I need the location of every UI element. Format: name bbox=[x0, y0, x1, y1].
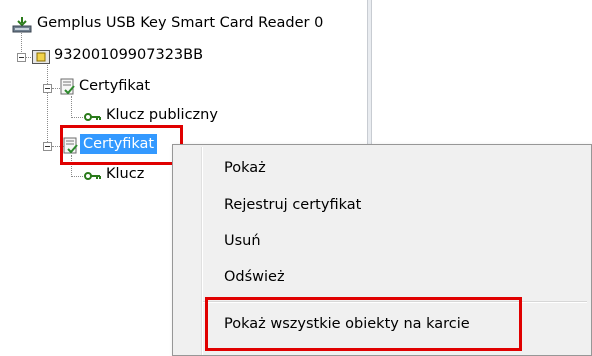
highlight-box-show-all bbox=[205, 297, 522, 351]
tree-connector bbox=[71, 96, 72, 118]
certificate-icon bbox=[60, 78, 75, 95]
key-icon bbox=[84, 113, 101, 121]
tree-item-public-key[interactable]: Klucz publiczny bbox=[106, 107, 218, 123]
collapse-toggle[interactable] bbox=[43, 142, 52, 151]
menu-item-refresh[interactable]: Odśwież bbox=[224, 269, 285, 285]
menu-gutter bbox=[201, 147, 203, 355]
collapse-toggle[interactable] bbox=[43, 84, 52, 93]
highlight-box-certificate bbox=[60, 125, 183, 165]
tree-item-public-key[interactable]: Klucz bbox=[106, 166, 144, 182]
card-reader-icon bbox=[12, 17, 32, 33]
menu-item-register-certificate[interactable]: Rejestruj certyfikat bbox=[224, 197, 361, 213]
tree-item-card[interactable]: 93200109907323BB bbox=[54, 47, 203, 63]
tree-connector bbox=[47, 62, 48, 146]
collapse-toggle[interactable] bbox=[17, 53, 26, 62]
tree-item-reader[interactable]: Gemplus USB Key Smart Card Reader 0 bbox=[37, 15, 323, 31]
smart-card-icon bbox=[32, 50, 50, 64]
menu-item-show[interactable]: Pokaż bbox=[224, 160, 266, 176]
tree-connector bbox=[71, 176, 83, 177]
menu-item-delete[interactable]: Usuń bbox=[224, 233, 261, 249]
key-icon bbox=[84, 172, 101, 180]
tree-connector bbox=[71, 117, 83, 118]
tree-item-certificate[interactable]: Certyfikat bbox=[79, 78, 150, 94]
